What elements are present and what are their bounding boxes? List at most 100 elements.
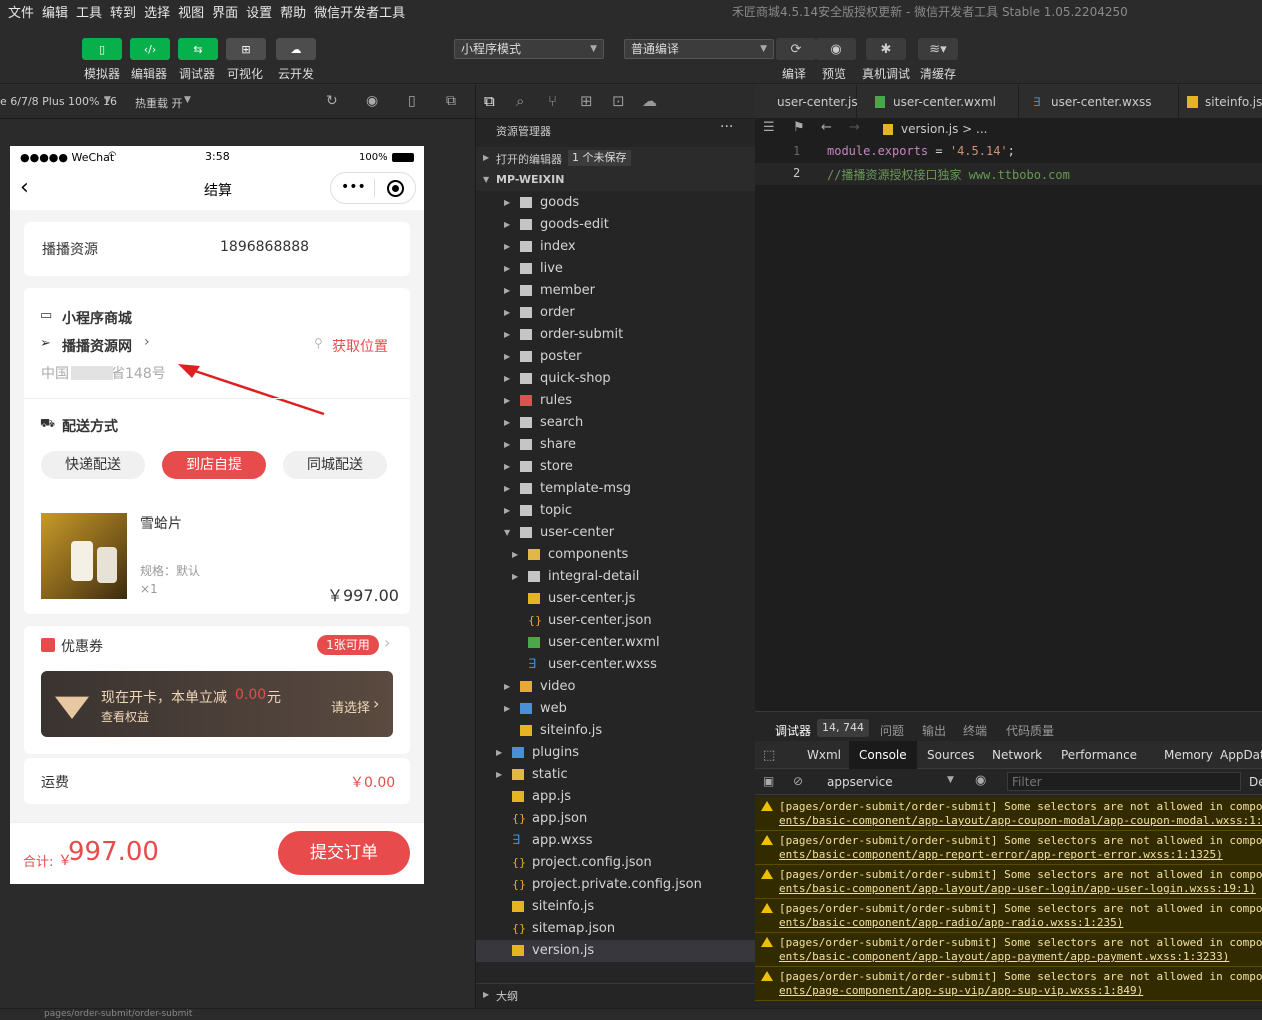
git-branch-icon[interactable]: ⑂ bbox=[548, 92, 557, 110]
coupon-badge[interactable]: 1张可用 bbox=[317, 635, 379, 655]
menu-select[interactable]: 选择 bbox=[144, 2, 170, 21]
tree-item[interactable]: ▶ components bbox=[476, 544, 755, 566]
tree-item[interactable]: user-center.js bbox=[476, 588, 755, 610]
breadcrumb-path[interactable]: version.js > ... bbox=[901, 122, 987, 136]
tree-item[interactable]: ▶ search bbox=[476, 412, 755, 434]
tree-item[interactable]: {} project.private.config.json bbox=[476, 874, 755, 896]
tree-item[interactable]: ∃ app.wxss bbox=[476, 830, 755, 852]
panel-tab-wxml[interactable]: Wxml bbox=[797, 741, 851, 769]
tree-item[interactable]: ▶ store bbox=[476, 456, 755, 478]
tree-item[interactable]: ▶ video bbox=[476, 676, 755, 698]
mode-select[interactable]: 小程序模式 ▼ bbox=[454, 39, 604, 59]
delivery-local-option[interactable]: 同城配送 bbox=[283, 451, 387, 479]
record-icon[interactable]: ◉ bbox=[366, 93, 378, 109]
device-select[interactable]: e 6/7/8 Plus 100% 16 bbox=[0, 95, 117, 108]
more-icon[interactable]: ··· bbox=[720, 119, 733, 135]
outline-header[interactable]: ▶ 大纲 bbox=[476, 983, 755, 1005]
clear-cache-button[interactable]: ≋▾ bbox=[918, 38, 958, 60]
tree-item[interactable]: ▶ poster bbox=[476, 346, 755, 368]
rotate-icon[interactable]: ↻ bbox=[326, 93, 338, 109]
tree-item[interactable]: ▶ goods-edit bbox=[476, 214, 755, 236]
tree-item[interactable]: ▼ user-center bbox=[476, 522, 755, 544]
tab-code-quality[interactable]: 代码质量 bbox=[1006, 722, 1054, 739]
files-icon[interactable]: ⧉ bbox=[484, 92, 495, 110]
delivery-express-option[interactable]: 快递配送 bbox=[41, 451, 145, 479]
tree-item[interactable]: ∃ user-center.wxss bbox=[476, 654, 755, 676]
tree-item[interactable]: ▶ rules bbox=[476, 390, 755, 412]
tab-siteinfo-js[interactable]: siteinfo.js bbox=[1179, 85, 1262, 118]
warning-source-link[interactable]: ents/page-component/app-sup-vip/app-sup-… bbox=[779, 984, 1143, 997]
tab-user-center-js[interactable]: ⫷ user-center.js bbox=[755, 85, 858, 118]
visual-toggle-button[interactable]: ⊞ bbox=[226, 38, 266, 60]
menu-settings[interactable]: 设置 bbox=[246, 2, 272, 21]
tree-item[interactable]: siteinfo.js bbox=[476, 896, 755, 918]
back-arrow-icon[interactable]: ← bbox=[821, 120, 832, 135]
panel-tab-performance[interactable]: Performance bbox=[1051, 741, 1147, 769]
forward-arrow-icon[interactable]: → bbox=[849, 120, 860, 135]
tab-problems[interactable]: 问题 bbox=[880, 722, 904, 739]
editor-toggle-button[interactable]: ‹/› bbox=[130, 38, 170, 60]
warning-source-link[interactable]: ents/basic-component/app-layout/app-paym… bbox=[779, 950, 1229, 963]
menu-wechat-devtools[interactable]: 微信开发者工具 bbox=[314, 2, 405, 21]
contact-card[interactable]: 播播资源 1896868888 bbox=[24, 222, 410, 276]
tree-item[interactable]: ▶ index bbox=[476, 236, 755, 258]
extensions-icon[interactable]: ⊞ bbox=[580, 92, 593, 110]
tree-item[interactable]: ▶ topic bbox=[476, 500, 755, 522]
tree-item[interactable]: ▶ member bbox=[476, 280, 755, 302]
panel-tab-console[interactable]: Console bbox=[849, 741, 917, 769]
tree-item[interactable]: siteinfo.js bbox=[476, 720, 755, 742]
warning-source-link[interactable]: ents/basic-component/app-layout/app-coup… bbox=[779, 814, 1262, 827]
tree-item[interactable]: {} sitemap.json bbox=[476, 918, 755, 940]
tree-item[interactable]: app.js bbox=[476, 786, 755, 808]
menu-edit[interactable]: 编辑 bbox=[42, 2, 68, 21]
submit-order-button[interactable]: 提交订单 bbox=[278, 831, 410, 875]
preview-button[interactable]: ◉ bbox=[816, 38, 856, 60]
bookmark-icon[interactable]: ⚑ bbox=[793, 120, 805, 135]
simulator-toggle-button[interactable]: ▯ bbox=[82, 38, 122, 60]
list-icon[interactable]: ☰ bbox=[763, 120, 775, 135]
outline-icon[interactable]: ⊡ bbox=[612, 92, 625, 110]
search-icon[interactable]: ⌕ bbox=[516, 92, 524, 110]
vip-banner[interactable]: 现在开卡，本单立减 0.00 元 查看权益 请选择 › bbox=[41, 671, 393, 737]
menu-interface[interactable]: 界面 bbox=[212, 2, 238, 21]
context-select[interactable]: appservice bbox=[827, 775, 893, 789]
tree-item[interactable]: ▶ web bbox=[476, 698, 755, 720]
panel-tab-appdata[interactable]: AppData bbox=[1210, 741, 1262, 769]
cloud-dev-button[interactable]: ☁ bbox=[276, 38, 316, 60]
warning-source-link[interactable]: ents/basic-component/app-report-error/ap… bbox=[779, 848, 1223, 861]
panel-tab-sources[interactable]: Sources bbox=[917, 741, 984, 769]
close-mini-icon[interactable] bbox=[387, 180, 404, 197]
inspect-icon[interactable]: ⬚ bbox=[763, 748, 775, 763]
menu-help[interactable]: 帮助 bbox=[280, 2, 306, 21]
debugger-toggle-button[interactable]: ⇆ bbox=[178, 38, 218, 60]
tree-item[interactable]: {} project.config.json bbox=[476, 852, 755, 874]
more-icon[interactable]: ••• bbox=[341, 179, 366, 195]
menu-view[interactable]: 视图 bbox=[178, 2, 204, 21]
detach-icon[interactable]: ⧉ bbox=[446, 93, 456, 109]
clear-console-icon[interactable]: ⊘ bbox=[793, 774, 803, 788]
tree-item[interactable]: ▶ plugins bbox=[476, 742, 755, 764]
tree-item[interactable]: ▶ live bbox=[476, 258, 755, 280]
menu-goto[interactable]: 转到 bbox=[110, 2, 136, 21]
tree-item[interactable]: ▶ order-submit bbox=[476, 324, 755, 346]
tree-item[interactable]: user-center.wxml bbox=[476, 632, 755, 654]
tree-item[interactable]: {} user-center.json bbox=[476, 610, 755, 632]
open-editors-header[interactable]: ▶ 打开的编辑器 1 个未保存 bbox=[476, 147, 755, 169]
console-filter-input[interactable] bbox=[1007, 772, 1241, 791]
docker-icon[interactable]: ☁ bbox=[642, 92, 657, 110]
panel-tab-network[interactable]: Network bbox=[982, 741, 1052, 769]
workspace-header[interactable]: ▼ MP-WEIXIN bbox=[476, 169, 755, 191]
tree-item[interactable]: ▶ template-msg bbox=[476, 478, 755, 500]
tree-item[interactable]: version.js bbox=[476, 940, 755, 962]
compile-button[interactable]: ⟳ bbox=[776, 38, 816, 60]
hot-reload-toggle[interactable]: 热重载 开 bbox=[135, 95, 183, 111]
tab-user-center-wxss[interactable]: ∃ user-center.wxss bbox=[1019, 85, 1179, 118]
tree-item[interactable]: ▶ goods bbox=[476, 192, 755, 214]
phone-frame-icon[interactable]: ▯ bbox=[408, 93, 416, 109]
compile-select[interactable]: 普通编译 ▼ bbox=[624, 39, 774, 59]
tab-user-center-wxml[interactable]: user-center.wxml bbox=[859, 85, 1019, 118]
tree-item[interactable]: ▶ share bbox=[476, 434, 755, 456]
delivery-pickup-option[interactable]: 到店自提 bbox=[162, 451, 266, 479]
warning-source-link[interactable]: ents/basic-component/app-radio/app-radio… bbox=[779, 916, 1123, 929]
tree-item[interactable]: ▶ integral-detail bbox=[476, 566, 755, 588]
